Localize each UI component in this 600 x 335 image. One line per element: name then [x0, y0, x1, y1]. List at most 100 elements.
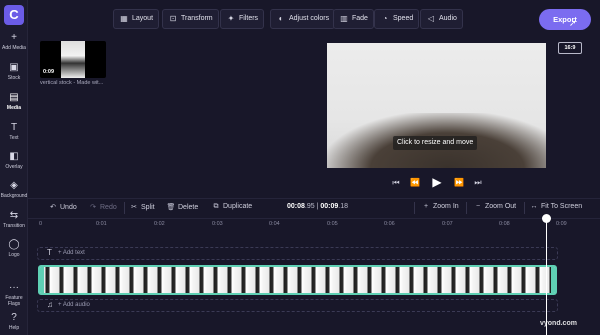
adjust-colors-label: Adjust colors	[289, 15, 330, 22]
delete-button[interactable]: 🗑 Delete	[166, 203, 199, 211]
sidebar-item-text[interactable]: T Text	[0, 122, 28, 141]
divider	[124, 202, 125, 214]
speed-button[interactable]: ◔ Speed	[374, 9, 420, 29]
audio-button[interactable]: ◁ Audio	[420, 9, 463, 29]
fit-to-screen-button[interactable]: ↔ Fit To Screen	[529, 203, 583, 210]
sidebar-item-label: Media	[6, 105, 22, 111]
stock-icon: ▣	[9, 62, 19, 73]
sidebar-item-label: Feature Flags	[5, 295, 23, 307]
transform-button[interactable]: ⊡ Transform	[162, 9, 219, 29]
sidebar-item-label: Background	[0, 193, 28, 199]
clip-trim-handle-left[interactable]	[40, 267, 44, 293]
divider	[466, 202, 467, 214]
ruler-tick: 0:06	[384, 221, 395, 227]
audio-track[interactable]: + Add audio	[37, 299, 558, 312]
sidebar-item-background[interactable]: ◈ Background	[0, 180, 28, 199]
sidebar-item-label: Add Media	[2, 45, 26, 51]
timecode: 00:08.95 | 00:09.18	[287, 203, 348, 210]
current-time: 00:08	[287, 203, 305, 210]
audio-icon: ◁	[427, 14, 435, 23]
undo-icon: ↶	[50, 204, 56, 211]
forward-icon[interactable]: ⏩	[453, 178, 465, 187]
redo-button[interactable]: ↷ Redo	[88, 203, 117, 211]
sidebar-item-feature-flags[interactable]: ··· Feature Flags	[0, 282, 28, 307]
sidebar-item-media[interactable]: ▤ Media	[0, 92, 28, 111]
fade-icon: ▥	[340, 14, 348, 23]
help-icon: ?	[11, 312, 17, 323]
sidebar-item-stock[interactable]: ▣ Stock	[0, 62, 28, 81]
sidebar-item-label: Stock	[7, 75, 21, 81]
thumbnail-caption: vertical stock - Made wit...	[40, 80, 104, 86]
ruler-tick: 0:08	[499, 221, 510, 227]
ruler-tick: 0:04	[269, 221, 280, 227]
sidebar-item-help[interactable]: ? Help	[0, 312, 28, 331]
thumbnail-image	[61, 41, 85, 78]
fit-label: Fit To Screen	[541, 203, 583, 210]
overlay-icon: ◧	[9, 151, 19, 162]
more-icon: ···	[9, 282, 19, 293]
ruler-tick: 0	[39, 221, 43, 227]
ruler-tick: 0:09	[556, 221, 567, 227]
filters-button[interactable]: ✦ Filters	[220, 9, 265, 29]
redo-icon: ↷	[90, 204, 96, 211]
ruler-tick: 0:05	[327, 221, 338, 227]
speed-icon: ◔	[382, 14, 388, 23]
video-clip[interactable]	[38, 265, 557, 295]
filters-label: Filters	[239, 15, 259, 22]
media-thumbnail[interactable]: 0:09	[40, 41, 106, 78]
play-icon[interactable]: ▶	[431, 175, 443, 189]
playhead-handle[interactable]	[542, 214, 551, 223]
transition-icon: ⇆	[9, 210, 19, 221]
sidebar-item-overlay[interactable]: ◧ Overlay	[0, 151, 28, 170]
undo-button[interactable]: ↶ Undo	[48, 203, 77, 211]
redo-label: Redo	[100, 204, 117, 211]
background-icon: ◈	[10, 180, 18, 191]
aspect-ratio-button[interactable]: 16:9	[558, 42, 582, 54]
video-editor-app: C + Add Media ▣ Stock ▤ Media T Text ◧ O…	[0, 0, 600, 335]
sidebar: C + Add Media ▣ Stock ▤ Media T Text ◧ O…	[0, 0, 28, 335]
ruler-tick: 0:07	[442, 221, 453, 227]
timeline-ruler[interactable]: 0 0:01 0:02 0:03 0:04 0:05 0:06 0:07 0:0…	[28, 218, 600, 230]
undo-label: Undo	[60, 204, 77, 211]
fade-label: Fade	[352, 15, 368, 22]
text-icon: T	[10, 122, 18, 133]
zoom-in-button[interactable]: + Zoom In	[421, 203, 459, 210]
duplicate-button[interactable]: ⧉ Duplicate	[211, 203, 253, 211]
fade-button[interactable]: ▥ Fade	[333, 9, 374, 29]
playhead-line[interactable]	[546, 220, 547, 335]
text-track[interactable]: + Add text	[37, 247, 558, 260]
thumbnail-duration: 0:09	[43, 69, 55, 75]
sidebar-item-add-media[interactable]: + Add Media	[0, 32, 28, 51]
delete-label: Delete	[178, 204, 199, 211]
skip-end-icon[interactable]: ⏭	[472, 178, 484, 188]
layout-label: Layout	[132, 15, 154, 22]
text-track-icon: T	[47, 248, 52, 257]
sidebar-item-label: Logo	[8, 252, 20, 258]
layout-icon: ▦	[120, 14, 128, 23]
trash-icon: 🗑	[166, 204, 176, 211]
split-button[interactable]: ✂ Split	[129, 203, 155, 211]
sidebar-item-label: Overlay	[5, 164, 23, 170]
zoom-out-label: Zoom Out	[485, 203, 517, 210]
adjust-colors-button[interactable]: ◐ Adjust colors	[270, 9, 336, 29]
export-button[interactable]: Export	[539, 9, 591, 30]
duplicate-icon: ⧉	[213, 203, 219, 210]
resize-move-hint[interactable]: Click to resize and move	[393, 136, 478, 150]
sidebar-item-logo[interactable]: ◯ Logo	[0, 239, 28, 258]
filters-icon: ✦	[227, 14, 235, 23]
zoom-in-label: Zoom In	[433, 203, 459, 210]
app-logo[interactable]: C	[4, 5, 24, 25]
sidebar-item-transition[interactable]: ⇆ Transition	[0, 210, 28, 229]
sidebar-item-label: Transition	[3, 223, 25, 229]
add-text-label: + Add text	[58, 250, 85, 256]
plus-icon: +	[11, 32, 17, 43]
total-time: 00:09	[320, 203, 339, 210]
rewind-icon[interactable]: ⏪	[409, 178, 421, 187]
clip-trim-handle-right[interactable]	[551, 267, 555, 293]
layout-button[interactable]: ▦ Layout	[113, 9, 160, 29]
zoom-out-button[interactable]: − Zoom Out	[473, 203, 516, 210]
total-time-frac: .18	[338, 203, 348, 210]
ruler-tick: 0:02	[154, 221, 165, 227]
fit-icon: ↔	[530, 203, 538, 210]
skip-start-icon[interactable]: ⏮	[390, 178, 402, 188]
